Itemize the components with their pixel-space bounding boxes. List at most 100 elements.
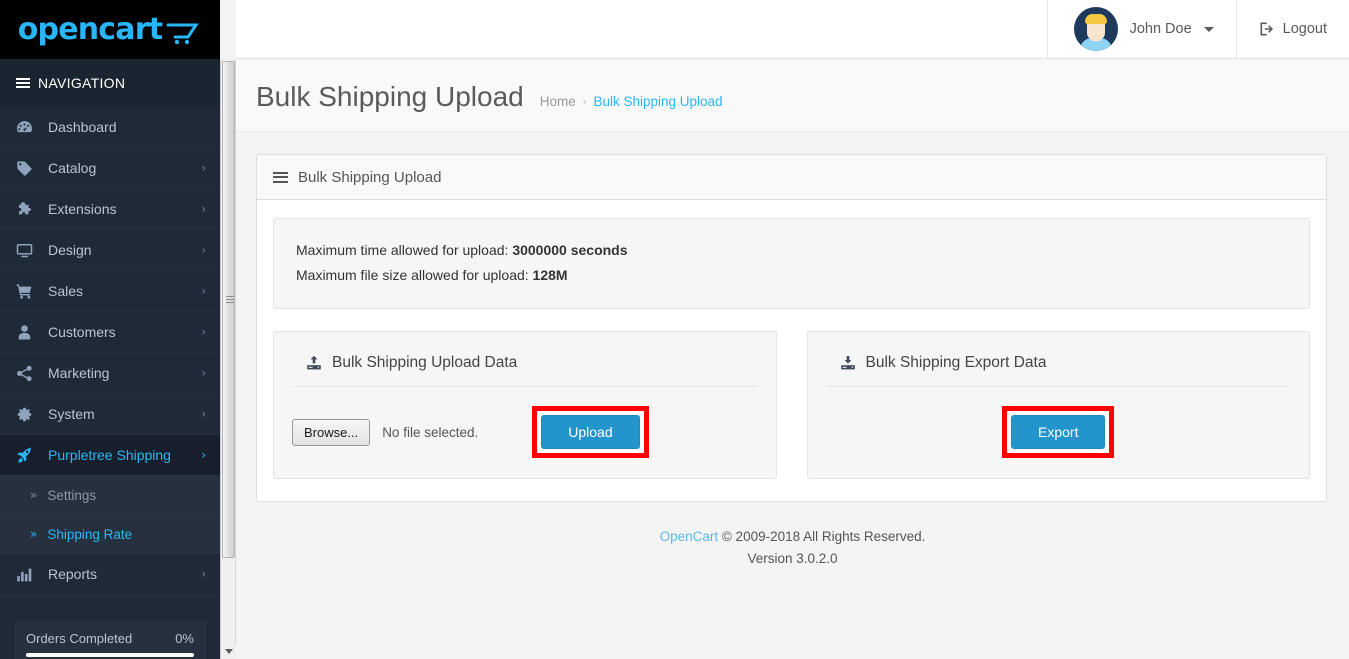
orders-completed-widget: Orders Completed 0% <box>14 621 206 659</box>
breadcrumb-item-home[interactable]: Home <box>540 94 576 109</box>
export-card-title: Bulk Shipping Export Data <box>825 350 1291 387</box>
navigation-header[interactable]: NAVIGATION <box>0 59 220 107</box>
sidebar-subitem-label: Settings <box>47 487 97 503</box>
panel-body: Maximum time allowed for upload: 3000000… <box>257 200 1326 501</box>
download-icon <box>840 355 856 371</box>
max-size-value: 128M <box>532 267 568 283</box>
max-time-label: Maximum time allowed for upload: <box>296 242 509 258</box>
bulk-shipping-upload-panel: Bulk Shipping Upload Maximum time allowe… <box>256 154 1327 502</box>
sidebar-scrollbar[interactable] <box>220 59 236 659</box>
list-icon <box>273 169 288 185</box>
sidebar-item-reports[interactable]: Reports › <box>0 554 220 595</box>
sidebar-item-sales[interactable]: Sales › <box>0 271 220 312</box>
upload-button[interactable]: Upload <box>541 415 640 449</box>
sidebar-item-marketing[interactable]: Marketing › <box>0 353 220 394</box>
export-button-highlight: Export <box>1002 406 1115 458</box>
double-chevron-icon: » <box>30 488 38 502</box>
upload-icon <box>306 355 322 371</box>
footer-version: Version 3.0.2.0 <box>747 551 838 566</box>
max-size-label: Maximum file size allowed for upload: <box>296 267 529 283</box>
sidebar-item-label: Extensions <box>48 201 117 217</box>
export-card-body: Export <box>826 387 1292 458</box>
logout-icon <box>1259 21 1275 37</box>
page-title: Bulk Shipping Upload <box>256 81 524 112</box>
export-card-title-label: Bulk Shipping Export Data <box>865 354 1047 371</box>
bar-chart-icon <box>16 566 38 583</box>
action-cards: Bulk Shipping Upload Data Browse... No f… <box>273 331 1310 479</box>
share-icon <box>16 365 38 382</box>
opencart-logo[interactable]: opencart <box>17 11 203 47</box>
sidebar-item-label: Purpletree Shipping <box>48 447 171 463</box>
breadcrumb: Home › Bulk Shipping Upload <box>540 94 723 109</box>
max-time-line: Maximum time allowed for upload: 3000000… <box>296 238 1287 263</box>
upload-limits-info: Maximum time allowed for upload: 3000000… <box>273 218 1310 309</box>
sidebar-subitem-label: Shipping Rate <box>47 526 133 542</box>
sidebar-item-label: Catalog <box>48 160 97 176</box>
sidebar-item-customers[interactable]: Customers › <box>0 312 220 353</box>
scrollbar-down-button[interactable] <box>221 643 236 659</box>
navigation-header-label: NAVIGATION <box>38 75 126 91</box>
export-card: Bulk Shipping Export Data Export <box>806 331 1310 479</box>
sidebar: NAVIGATION Dashboard Catalog › Extension… <box>0 59 220 659</box>
browse-button[interactable]: Browse... <box>292 418 371 446</box>
breadcrumb-separator: › <box>582 95 587 108</box>
chevron-right-icon: › <box>201 161 206 175</box>
dashboard-icon <box>16 119 38 136</box>
cart-icon <box>16 283 38 300</box>
footer-copyright: © 2009-2018 All Rights Reserved. <box>718 529 926 544</box>
logout-button[interactable]: Logout <box>1235 0 1349 59</box>
orders-completed-label: Orders Completed <box>26 631 133 646</box>
sidebar-item-catalog[interactable]: Catalog › <box>0 148 220 189</box>
tag-icon <box>16 160 38 177</box>
scrollbar-thumb[interactable] <box>222 61 235 558</box>
puzzle-icon <box>16 201 38 218</box>
orders-completed-value: 0% <box>175 631 194 646</box>
user-menu[interactable]: John Doe <box>1046 0 1236 59</box>
page-root: opencart NAVIGATION Dashboard Catalog › … <box>0 0 1349 659</box>
sidebar-item-label: Customers <box>48 324 116 340</box>
scrollbar-grip-icon <box>226 294 234 305</box>
sidebar-item-purpletree-shipping[interactable]: Purpletree Shipping › <box>0 435 220 476</box>
sidebar-item-dashboard[interactable]: Dashboard <box>0 107 220 148</box>
chevron-down-icon <box>1203 26 1214 32</box>
file-selected-label: No file selected. <box>382 424 479 440</box>
sidebar-subitem-settings[interactable]: » Settings <box>0 476 220 515</box>
top-header: John Doe Logout <box>236 0 1349 59</box>
sidebar-item-label: Dashboard <box>48 119 117 135</box>
gear-icon <box>16 406 38 423</box>
chevron-right-icon: › <box>201 448 206 462</box>
sidebar-item-label: Design <box>48 242 92 258</box>
shopping-cart-logo-icon <box>166 19 202 45</box>
max-time-value: 3000000 seconds <box>512 242 628 258</box>
upload-button-highlight: Upload <box>532 406 649 458</box>
logo-bar: opencart <box>0 0 220 59</box>
username-label: John Doe <box>1129 21 1192 37</box>
chevron-right-icon: › <box>201 407 206 421</box>
sidebar-item-design[interactable]: Design › <box>0 230 220 271</box>
rocket-icon <box>16 446 38 464</box>
sidebar-subitem-shipping-rate[interactable]: » Shipping Rate <box>0 515 220 554</box>
panel-header: Bulk Shipping Upload <box>257 155 1326 200</box>
file-upload-input[interactable]: Browse... No file selected. <box>292 418 479 446</box>
chevron-right-icon: › <box>201 567 206 581</box>
sidebar-item-extensions[interactable]: Extensions › <box>0 189 220 230</box>
export-button[interactable]: Export <box>1011 415 1106 449</box>
upload-card-body: Browse... No file selected. Upload <box>292 387 758 458</box>
footer-copyright-line: OpenCart © 2009-2018 All Rights Reserved… <box>236 526 1349 548</box>
triangle-down-icon <box>224 648 233 654</box>
page-header: Bulk Shipping Upload Home › Bulk Shippin… <box>236 59 1349 132</box>
chevron-right-icon: › <box>201 325 206 339</box>
user-icon <box>16 324 38 341</box>
upload-card-title: Bulk Shipping Upload Data <box>292 350 758 387</box>
breadcrumb-item-current[interactable]: Bulk Shipping Upload <box>593 94 722 109</box>
chevron-right-icon: › <box>201 243 206 257</box>
logo-text: opencart <box>17 11 163 47</box>
upload-card: Bulk Shipping Upload Data Browse... No f… <box>273 331 777 479</box>
sidebar-item-system[interactable]: System › <box>0 394 220 435</box>
hamburger-icon <box>16 76 30 90</box>
upload-card-title-label: Bulk Shipping Upload Data <box>332 354 518 371</box>
opencart-link[interactable]: OpenCart <box>660 529 719 544</box>
chevron-right-icon: › <box>201 366 206 380</box>
sidebar-item-label: Marketing <box>48 365 110 381</box>
double-chevron-icon: » <box>30 527 38 541</box>
